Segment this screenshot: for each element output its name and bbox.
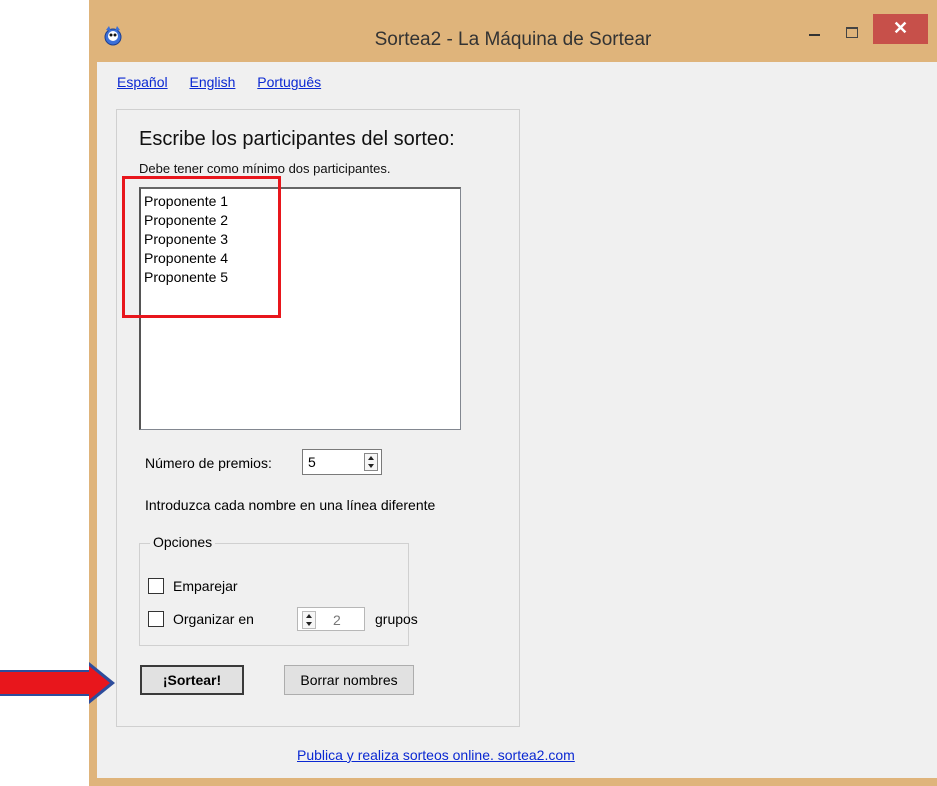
groups-label: grupos (375, 611, 418, 627)
client-area: Español English Português Escribe los pa… (97, 62, 937, 778)
prizes-value: 5 (308, 454, 316, 470)
pointer-arrow-head-fill (89, 666, 110, 700)
footer-link[interactable]: Publica y realiza sorteos online. sortea… (297, 747, 575, 763)
pointer-arrow-icon (0, 670, 90, 696)
spinner-arrows-icon[interactable] (364, 453, 378, 471)
organize-option[interactable]: Organizar en (148, 611, 254, 627)
organize-label: Organizar en (173, 611, 254, 627)
options-group: Opciones Emparejar Organizar en 2 grupos (139, 534, 418, 646)
minimum-hint: Debe tener como mínimo dos participantes… (139, 161, 391, 176)
lang-link-en[interactable]: English (189, 74, 235, 90)
organize-checkbox[interactable] (148, 611, 164, 627)
prizes-label: Número de premios: (145, 455, 272, 471)
highlight-annotation (122, 176, 281, 318)
minimize-button[interactable] (797, 14, 831, 44)
groups-spinner[interactable]: 2 (297, 607, 365, 631)
prizes-spinner[interactable]: 5 (302, 449, 382, 475)
pair-checkbox[interactable] (148, 578, 164, 594)
draw-button[interactable]: ¡Sortear! (140, 665, 244, 695)
maximize-button[interactable] (834, 14, 870, 44)
close-icon: ✕ (892, 18, 909, 38)
lang-link-pt[interactable]: Português (257, 74, 321, 90)
language-links: Español English Português (117, 74, 339, 90)
pair-label: Emparejar (173, 578, 238, 594)
participants-heading: Escribe los participantes del sorteo: (139, 128, 455, 150)
spinner-arrows-icon[interactable] (302, 611, 316, 629)
groups-value: 2 (333, 612, 341, 628)
app-window: Sortea2 - La Máquina de Sortear ✕ Españo… (89, 0, 937, 786)
pair-option[interactable]: Emparejar (148, 578, 238, 594)
title-bar[interactable]: Sortea2 - La Máquina de Sortear ✕ (89, 0, 937, 62)
clear-names-button[interactable]: Borrar nombres (284, 665, 414, 695)
lang-link-es[interactable]: Español (117, 74, 168, 90)
close-button[interactable]: ✕ (873, 14, 928, 44)
options-legend: Opciones (150, 534, 216, 550)
line-hint: Introduzca cada nombre en una línea dife… (145, 497, 436, 513)
